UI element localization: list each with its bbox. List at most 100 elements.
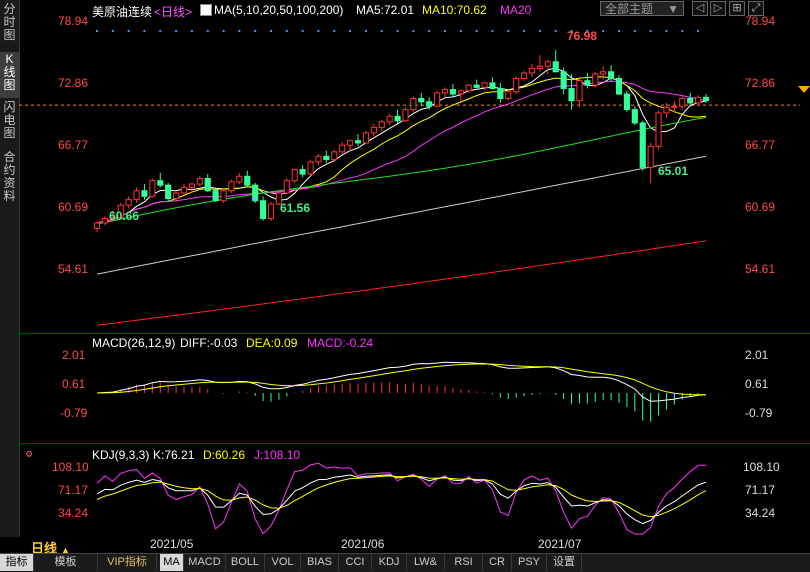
ma5-line [96, 67, 707, 224]
kdj-title[interactable]: KDJ(9,3,3) [92, 448, 149, 462]
kdj-k-line [96, 474, 707, 525]
price-chart[interactable] [0, 0, 810, 571]
candle-body [521, 72, 528, 79]
candle-body [481, 82, 488, 88]
tab-psy[interactable]: PSY [512, 554, 547, 571]
x-axis-label: 2021/05 [150, 537, 194, 551]
macd-diff: DIFF:-0.03 [180, 336, 238, 350]
marker-dot [333, 30, 336, 32]
macd-axis-label-right: 2.01 [745, 348, 769, 362]
candle-body [505, 91, 512, 99]
candle-body [608, 71, 615, 79]
candle-body [370, 126, 377, 134]
marker-dot [681, 30, 684, 32]
candle-body [410, 97, 417, 111]
candle-body [402, 109, 409, 122]
macd-title[interactable]: MACD(26,12,9) [92, 336, 175, 350]
tab-indicator[interactable]: 指标 [0, 554, 34, 571]
candle-body [465, 84, 472, 92]
candle-body [323, 155, 330, 161]
marker-dot [111, 30, 114, 32]
tab-settings[interactable]: 设置 [547, 554, 582, 571]
tab-rsi[interactable]: RSI [445, 554, 483, 571]
marker-dot [317, 30, 320, 32]
tab-vip-indicator[interactable]: VIP指标 [98, 554, 157, 571]
macd-axis-label: -0.79 [60, 406, 88, 420]
candle-body [671, 105, 678, 108]
candle-body [165, 184, 172, 200]
candle-body [299, 169, 306, 175]
candle-body [600, 71, 607, 75]
candle-body [449, 89, 456, 95]
tab-ma[interactable]: MA [160, 554, 184, 571]
candle-body [228, 181, 235, 192]
kdj-axis-label: 108.10 [52, 460, 89, 474]
marker-dot [190, 30, 193, 32]
candle-body [647, 145, 654, 168]
tab-kdj[interactable]: KDJ [372, 554, 407, 571]
candle-body [394, 115, 401, 122]
macd-axis-label-right: 0.61 [745, 377, 769, 391]
candle-body [331, 151, 338, 161]
candle-body [568, 87, 575, 102]
candle-body [615, 77, 623, 95]
candle-body [702, 96, 710, 102]
candle-body [552, 61, 559, 73]
candle-body [695, 96, 702, 104]
candle-body [576, 80, 583, 102]
tab-boll[interactable]: BOLL [226, 554, 265, 571]
candle-body [212, 190, 219, 202]
marker-dot [523, 30, 526, 32]
marker-dot [649, 30, 652, 32]
candle-body [473, 84, 480, 88]
candle-body [252, 184, 259, 202]
kdj-axis-label: 71.17 [58, 483, 89, 497]
indicator-toolbar: 指标 模板 VIP指标 MA MACD BOLL VOL BIAS CCI KD… [0, 553, 810, 572]
candle-body [584, 80, 591, 86]
candle-body [592, 73, 599, 86]
marker-dot [459, 30, 462, 32]
candle-body [101, 218, 108, 224]
tab-vol[interactable]: VOL [265, 554, 301, 571]
candle-body [180, 186, 188, 194]
low-annotation: 60.66 [109, 209, 140, 223]
tab-template[interactable]: 模板 [34, 554, 98, 571]
marker-dot [428, 30, 431, 32]
candle-body [260, 200, 267, 220]
macd-value: MACD:-0.24 [307, 336, 374, 350]
macd-axis-label: 2.01 [62, 348, 86, 362]
ma200-line [96, 240, 707, 326]
candle-body [354, 140, 362, 144]
tab-cr[interactable]: CR [483, 554, 512, 571]
marker-dot [444, 30, 446, 32]
low-annotation: 61.56 [280, 201, 311, 215]
candle-body [528, 67, 536, 74]
candle-body [149, 180, 156, 197]
candle-body [307, 161, 314, 175]
kdj-axis-label-right: 34.24 [745, 506, 776, 520]
candle-body [347, 140, 354, 146]
candle-body [513, 77, 520, 93]
candle-body [378, 121, 385, 128]
marker-dot [159, 30, 162, 32]
kdj-k: K:76.21 [153, 448, 195, 462]
candle-body [220, 190, 227, 202]
tab-bias[interactable]: BIAS [301, 554, 339, 571]
tab-lwr[interactable]: LW& [407, 554, 445, 571]
marker-dot [364, 30, 367, 32]
candle-body [291, 169, 298, 182]
candle-body [204, 178, 211, 192]
candle-body [457, 90, 464, 95]
candle-body [267, 203, 275, 220]
candle-body [687, 97, 694, 104]
candle-body [315, 155, 322, 163]
candle-body [244, 175, 251, 186]
macd-axis-label: 0.61 [62, 377, 86, 391]
marker-dot [349, 30, 352, 32]
candle-body [536, 65, 543, 69]
candle-body [544, 61, 551, 67]
tab-macd[interactable]: MACD [184, 554, 226, 571]
tab-cci[interactable]: CCI [339, 554, 372, 571]
x-axis-label: 2021/07 [538, 537, 582, 551]
settings-icon[interactable]: ⚙ [25, 449, 33, 460]
